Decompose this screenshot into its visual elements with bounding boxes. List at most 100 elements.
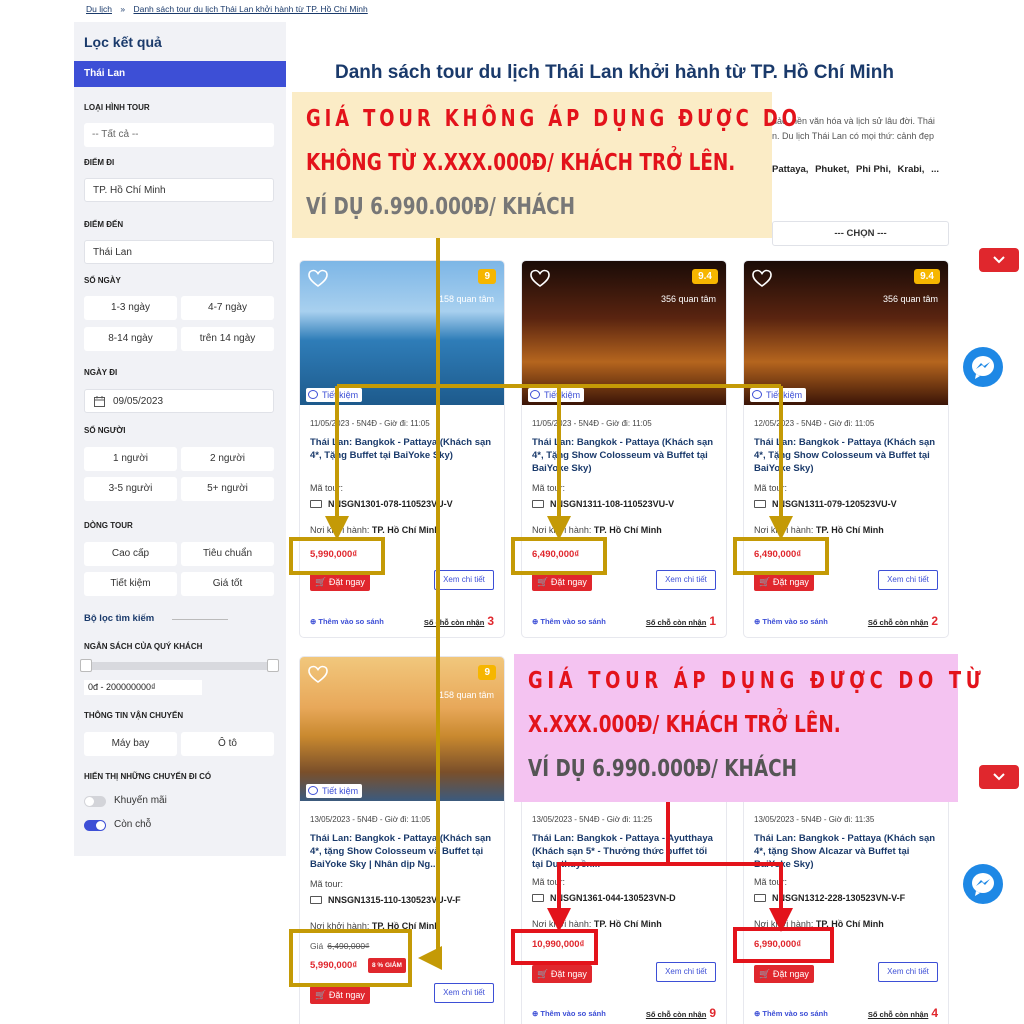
plus-circle-icon: ⊕ xyxy=(754,1009,761,1018)
tour-name[interactable]: Thái Lan: Bangkok - Pattaya (Khách sạn 4… xyxy=(310,832,494,871)
floating-promo-button[interactable] xyxy=(979,248,1019,272)
floating-promo-button[interactable] xyxy=(979,765,1019,789)
tour-code-label: Mã tour: xyxy=(532,483,566,493)
tour-line-option[interactable]: Giá tốt xyxy=(181,572,274,596)
tour-card[interactable]: 9.4 356 quan tâm Tiết kiệm 12/05/2023 - 5N4… xyxy=(743,260,949,638)
ticket-icon xyxy=(754,894,766,902)
departure-place: Nơi khởi hành: TP. Hồ Chí Minh xyxy=(532,525,662,535)
book-now-button[interactable]: 🛒 Đặt ngay xyxy=(754,573,814,591)
heart-icon[interactable] xyxy=(308,269,328,289)
add-compare-link[interactable]: ⊕ Thêm vào so sánh xyxy=(754,617,828,626)
tour-name[interactable]: Thái Lan: Bangkok - Pattaya (Khách sạn 4… xyxy=(310,436,494,462)
book-now-button[interactable]: 🛒 Đặt ngay xyxy=(754,965,814,983)
budget-slider-track[interactable] xyxy=(84,662,274,670)
breadcrumb: Du lịch » Danh sách tour du lịch Thái La… xyxy=(86,4,368,14)
sort-select[interactable]: --- CHỌN --- xyxy=(772,221,949,246)
date-label: NGÀY ĐI xyxy=(84,368,118,377)
tour-name[interactable]: Thái Lan: Bangkok - Pattaya (Khách sạn 4… xyxy=(754,436,938,475)
promo-toggle[interactable] xyxy=(84,796,106,807)
days-option[interactable]: 4-7 ngày xyxy=(181,296,274,320)
add-compare-label: Thêm vào so sánh xyxy=(318,617,384,626)
people-option[interactable]: 1 người xyxy=(84,447,177,471)
seats-remaining-label: Số chỗ còn nhận xyxy=(867,1010,929,1019)
tour-type-select[interactable]: -- Tất cả -- xyxy=(84,123,274,147)
interest-count: 158 quan tâm xyxy=(438,690,494,700)
chevron-down-icon xyxy=(993,773,1005,781)
tour-card[interactable]: 9 158 quan tâm Tiết kiệm 11/05/2023 - 5N4Đ … xyxy=(299,260,505,638)
people-option[interactable]: 5+ người xyxy=(181,477,274,501)
tour-code-label: Mã tour: xyxy=(754,483,788,493)
book-now-button[interactable]: 🛒 Đặt ngay xyxy=(310,573,370,591)
from-input[interactable]: TP. Hồ Chí Minh xyxy=(84,178,274,202)
heart-icon[interactable] xyxy=(308,665,328,685)
breadcrumb-home[interactable]: Du lịch xyxy=(86,4,112,14)
tour-line-tag-label: Tiết kiệm xyxy=(544,390,581,400)
people-option[interactable]: 2 người xyxy=(181,447,274,471)
filter-title: Lọc kết quả xyxy=(84,34,162,50)
destination-link[interactable]: Phi Phi, xyxy=(856,164,891,175)
transport-option[interactable]: Ô tô xyxy=(181,732,274,756)
days-option[interactable]: trên 14 ngày xyxy=(181,327,274,351)
view-detail-button[interactable]: Xem chi tiết xyxy=(878,570,938,590)
filter-active-destination[interactable]: Thái Lan xyxy=(74,61,286,87)
destination-more[interactable]: ... xyxy=(931,164,939,175)
budget-slider-max-handle[interactable] xyxy=(267,659,279,672)
budget-label: NGÂN SÁCH CỦA QUÝ KHÁCH xyxy=(84,642,203,651)
book-now-button[interactable]: 🛒 Đặt ngay xyxy=(310,986,370,1004)
tour-code-value: NNSGN1311-079-120523VU-V xyxy=(772,499,897,509)
destination-link[interactable]: Phuket, xyxy=(815,164,849,175)
book-now-button[interactable]: 🛒 Đặt ngay xyxy=(532,573,592,591)
messenger-button[interactable] xyxy=(963,347,1003,387)
budget-slider-min-handle[interactable] xyxy=(80,659,92,672)
tour-name[interactable]: Thái Lan: Bangkok - Pattaya (Khách sạn 4… xyxy=(532,436,716,475)
tour-name[interactable]: Thái Lan: Bangkok - Pattaya (Khách sạn 4… xyxy=(754,832,938,871)
tour-code-value: NNSGN1301-078-110523VU-V xyxy=(328,499,453,509)
heart-icon[interactable] xyxy=(530,269,550,289)
piggy-bank-icon xyxy=(308,786,318,795)
transport-option[interactable]: Máy bay xyxy=(84,732,177,756)
tour-line-option[interactable]: Tiết kiệm xyxy=(84,572,177,596)
tour-type-label: LOẠI HÌNH TOUR xyxy=(84,103,150,112)
destination-link[interactable]: Krabi, xyxy=(898,164,925,175)
tour-line-tag: Tiết kiệm xyxy=(306,388,363,402)
days-option[interactable]: 8-14 ngày xyxy=(84,327,177,351)
page-title: Danh sách tour du lịch Thái Lan khởi hàn… xyxy=(335,62,894,83)
heart-icon[interactable] xyxy=(752,269,772,289)
plus-circle-icon: ⊕ xyxy=(532,1009,539,1018)
messenger-button[interactable] xyxy=(963,864,1003,904)
book-now-label: Đặt ngay xyxy=(328,990,365,1000)
breadcrumb-current[interactable]: Danh sách tour du lịch Thái Lan khởi hàn… xyxy=(133,4,367,14)
tour-line-option[interactable]: Tiêu chuẩn xyxy=(181,542,274,566)
plus-circle-icon: ⊕ xyxy=(310,617,317,626)
rating-badge: 9 xyxy=(478,269,496,284)
cart-icon: 🛒 xyxy=(537,969,549,979)
date-input[interactable]: 09/05/2023 xyxy=(84,389,274,413)
view-detail-button[interactable]: Xem chi tiết xyxy=(434,983,494,1003)
tour-image[interactable] xyxy=(300,657,504,801)
tour-image[interactable] xyxy=(300,261,504,405)
view-detail-button[interactable]: Xem chi tiết xyxy=(434,570,494,590)
tour-line-option[interactable]: Cao cấp xyxy=(84,542,177,566)
tour-card[interactable]: 9.4 356 quan tâm Tiết kiệm 11/05/2023 - 5N4… xyxy=(521,260,727,638)
seats-toggle[interactable] xyxy=(84,820,106,831)
departure-place-value: TP. Hồ Chí Minh xyxy=(371,525,440,535)
add-compare-link[interactable]: ⊕ Thêm vào so sánh xyxy=(310,617,384,626)
book-now-button[interactable]: 🛒 Đặt ngay xyxy=(532,965,592,983)
tour-name[interactable]: Thái Lan: Bangkok - Pattaya - Ayutthaya … xyxy=(532,832,716,871)
add-compare-link[interactable]: ⊕ Thêm vào so sánh xyxy=(532,1009,606,1018)
to-input[interactable]: Thái Lan xyxy=(84,240,274,264)
seats-remaining-label: Số chỗ còn nhận xyxy=(423,618,485,627)
view-detail-button[interactable]: Xem chi tiết xyxy=(656,570,716,590)
interest-count: 158 quan tâm xyxy=(438,294,494,304)
days-option[interactable]: 1-3 ngày xyxy=(84,296,177,320)
view-detail-button[interactable]: Xem chi tiết xyxy=(656,962,716,982)
cart-icon: 🛒 xyxy=(759,577,771,587)
people-option[interactable]: 3-5 người xyxy=(84,477,177,501)
add-compare-link[interactable]: ⊕ Thêm vào so sánh xyxy=(754,1009,828,1018)
departure-info: 13/05/2023 - 5N4Đ - Giờ đi: 11:35 xyxy=(754,815,875,824)
add-compare-label: Thêm vào so sánh xyxy=(540,1009,606,1018)
annotation-text: X.XXX.000Đ/ KHÁCH TRỞ LÊN. xyxy=(528,712,841,738)
add-compare-link[interactable]: ⊕ Thêm vào so sánh xyxy=(532,617,606,626)
destination-link[interactable]: Pattaya, xyxy=(772,164,808,175)
view-detail-button[interactable]: Xem chi tiết xyxy=(878,962,938,982)
